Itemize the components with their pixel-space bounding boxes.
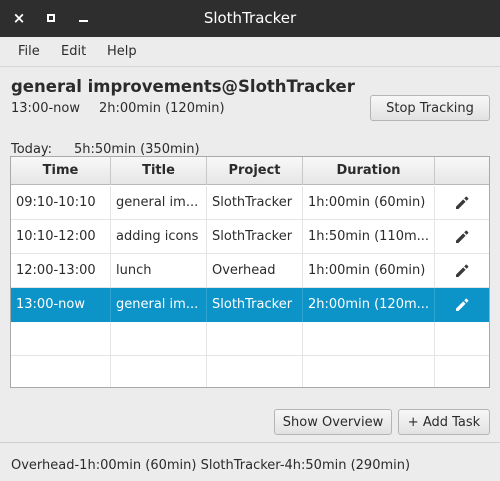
table-row[interactable]: 12:00-13:00 lunch Overhead 1h:00min (60min)	[11, 254, 489, 288]
column-header-project[interactable]: Project	[207, 157, 303, 185]
cell-title: general im...	[111, 186, 207, 220]
cell-project: SlothTracker	[207, 186, 303, 220]
table-row-empty	[11, 356, 489, 387]
window-titlebar: × SlothTracker	[0, 0, 500, 37]
cell-duration	[303, 322, 435, 356]
column-header-edit[interactable]	[435, 157, 489, 185]
cell-duration: 1h:50min (110m...	[303, 220, 435, 254]
column-header-duration[interactable]: Duration	[303, 157, 435, 185]
table-row[interactable]: 10:10-12:00 adding icons SlothTracker 1h:50…	[11, 220, 489, 254]
cell-edit[interactable]	[435, 254, 489, 288]
table-row[interactable]: 09:10-10:10 general im... SlothTracker 1h:0…	[11, 186, 489, 220]
current-task-duration: 2h:00min (120min)	[99, 101, 225, 116]
cell-title	[111, 322, 207, 356]
cell-time: 12:00-13:00	[11, 254, 111, 288]
pencil-icon[interactable]	[454, 229, 470, 245]
column-header-time[interactable]: Time	[11, 157, 111, 185]
menu-edit[interactable]: Edit	[61, 44, 86, 59]
cell-project	[207, 356, 303, 387]
cell-time	[11, 356, 111, 387]
pencil-icon[interactable]	[454, 297, 470, 313]
cell-project: SlothTracker	[207, 288, 303, 322]
cell-edit[interactable]	[435, 220, 489, 254]
show-overview-button[interactable]: Show Overview	[274, 409, 392, 435]
cell-duration: 1h:00min (60min)	[303, 186, 435, 220]
column-header-title[interactable]: Title	[111, 157, 207, 185]
cell-edit[interactable]	[435, 288, 489, 322]
stop-tracking-button[interactable]: Stop Tracking	[370, 95, 490, 121]
table-row-empty	[11, 322, 489, 356]
cell-project: Overhead	[207, 254, 303, 288]
pencil-icon[interactable]	[454, 263, 470, 279]
menu-help[interactable]: Help	[107, 44, 137, 59]
cell-title: adding icons	[111, 220, 207, 254]
today-label: Today:	[11, 142, 53, 157]
cell-project	[207, 322, 303, 356]
cell-edit	[435, 356, 489, 387]
cell-title: general im...	[111, 288, 207, 322]
window-title: SlothTracker	[203, 9, 297, 27]
add-task-button[interactable]: + Add Task	[398, 409, 490, 435]
cell-title	[111, 356, 207, 387]
pencil-icon[interactable]	[454, 195, 470, 211]
cell-edit	[435, 322, 489, 356]
cell-time: 10:10-12:00	[11, 220, 111, 254]
table-header: Time Title Project Duration	[11, 157, 489, 185]
cell-time: 13:00-now	[11, 288, 111, 322]
cell-duration: 2h:00min (120m...	[303, 288, 435, 322]
cell-project: SlothTracker	[207, 220, 303, 254]
current-task-title: general improvements@SlothTracker	[11, 77, 355, 96]
cell-duration	[303, 356, 435, 387]
cell-title: lunch	[111, 254, 207, 288]
cell-edit[interactable]	[435, 186, 489, 220]
cell-time	[11, 322, 111, 356]
today-total: 5h:50min (350min)	[74, 142, 200, 157]
table-row[interactable]: 13:00-now general im... SlothTracker 2h:00m…	[11, 288, 489, 322]
status-bar: Overhead-1h:00min (60min) SlothTracker-4…	[0, 442, 500, 481]
menu-file[interactable]: File	[18, 44, 40, 59]
current-task-time: 13:00-now	[11, 101, 80, 116]
task-table: Time Title Project Duration 09:10-10:10 g…	[10, 156, 490, 388]
cell-time: 09:10-10:10	[11, 186, 111, 220]
status-summary: Overhead-1h:00min (60min) SlothTracker-4…	[11, 458, 411, 473]
menu-bar: File Edit Help	[0, 37, 500, 67]
cell-duration: 1h:00min (60min)	[303, 254, 435, 288]
